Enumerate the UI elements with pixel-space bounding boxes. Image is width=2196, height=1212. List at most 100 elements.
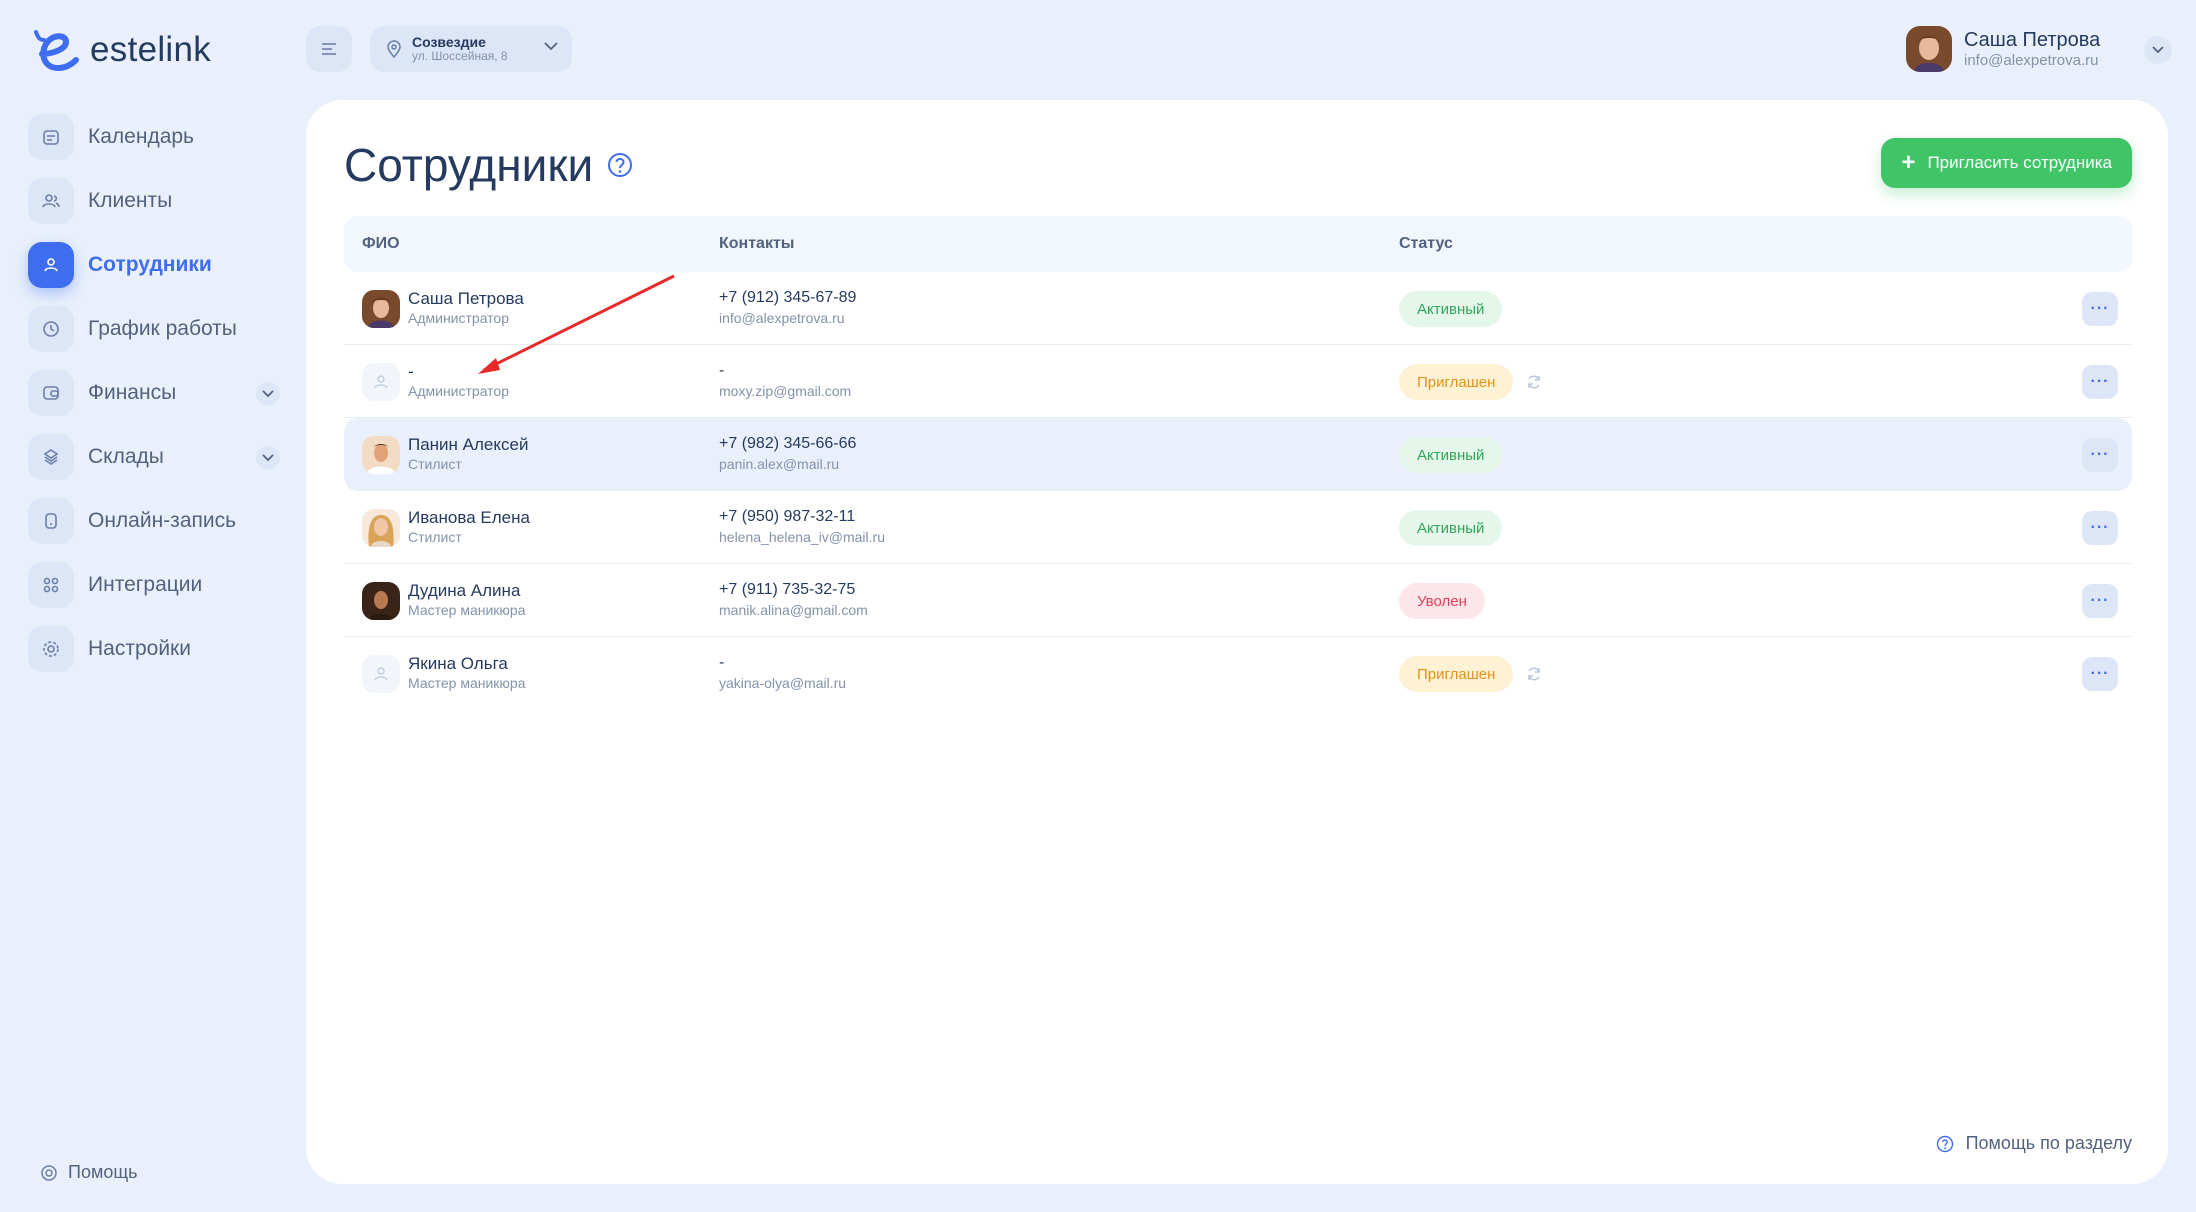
sidebar-item-integrations[interactable]: Интеграции (28, 562, 284, 608)
sidebar-item-employees[interactable]: Сотрудники (28, 242, 284, 288)
sidebar-item-label: Сотрудники (88, 253, 212, 276)
more-actions-button[interactable]: ··· (2082, 438, 2118, 472)
table-row[interactable]: Якина Ольга Мастер маникюра - yakina-oly… (344, 637, 2132, 710)
avatar (362, 509, 400, 547)
chevron-down-icon (544, 42, 558, 51)
employee-role: Мастер маникюра (408, 675, 526, 691)
chevron-down-icon[interactable] (256, 446, 280, 470)
sidebar-item-warehouses[interactable]: Склады (28, 434, 284, 480)
avatar (362, 290, 400, 328)
employee-name: Иванова Елена (408, 508, 530, 527)
logo[interactable]: estelink (28, 24, 211, 76)
sidebar-item-label: Интеграции (88, 573, 203, 596)
employee-email: moxy.zip@gmail.com (719, 383, 852, 399)
calendar-icon (28, 114, 74, 160)
location-address: ул. Шоссейная, 8 (412, 49, 508, 64)
main-content: Сотрудники + Пригласить сотрудника ФИО К… (306, 100, 2168, 1184)
refresh-icon[interactable] (1526, 374, 1542, 390)
refresh-icon[interactable] (1526, 666, 1542, 682)
status-badge: Активный (1399, 291, 1503, 327)
annotation-arrow (478, 274, 675, 374)
avatar (362, 582, 400, 620)
user-text: Саша Петрова info@alexpetrova.ru (1964, 28, 2100, 70)
users-icon (28, 178, 74, 224)
clock-icon (28, 306, 74, 352)
table-row[interactable]: Дудина Алина Мастер маникюра +7 (911) 73… (344, 564, 2132, 637)
status-badge: Активный (1399, 510, 1503, 546)
employee-email: panin.alex@mail.ru (719, 456, 840, 472)
employee-role: Администратор (408, 383, 510, 399)
employee-email: yakina-olya@mail.ru (719, 675, 847, 691)
sidebar-item-calendar[interactable]: Календарь (28, 114, 284, 160)
sidebar-item-label: Склады (88, 445, 164, 468)
status-badge: Уволен (1399, 583, 1485, 619)
employee-name: - (408, 362, 414, 381)
grid-icon (28, 562, 74, 608)
sidebar-item-settings[interactable]: Настройки (28, 626, 284, 672)
sidebar: estelink Календарь Клиенты Сотрудники Гр… (0, 0, 306, 1212)
wallet-icon (28, 370, 74, 416)
employee-email: manik.alina@gmail.com (719, 602, 868, 618)
more-actions-button[interactable]: ··· (2082, 511, 2118, 545)
location-name: Созвездие (412, 34, 486, 51)
gear-icon (28, 626, 74, 672)
invite-employee-button[interactable]: + Пригласить сотрудника (1881, 138, 2132, 188)
more-actions-button[interactable]: ··· (2082, 657, 2118, 691)
sidebar-item-label: Клиенты (88, 189, 173, 212)
sidebar-item-label: График работы (88, 317, 237, 340)
user-name: Саша Петрова (1964, 29, 2101, 51)
status-badge: Приглашен (1399, 364, 1514, 400)
employee-name: Якина Ольга (408, 654, 508, 673)
avatar-placeholder-icon (362, 363, 400, 401)
help-link[interactable]: Помощь (40, 1162, 138, 1183)
table-header: ФИО Контакты Статус (344, 216, 2132, 272)
employee-role: Стилист (408, 529, 462, 545)
employee-phone: +7 (950) 987-32-11 (719, 508, 856, 525)
section-help-link[interactable]: Помощь по разделу (1936, 1133, 2132, 1154)
employee-phone: +7 (912) 345-67-89 (719, 289, 857, 306)
location-text: Созвездие ул. Шоссейная, 8 (412, 34, 508, 64)
page-title: Сотрудники (344, 138, 633, 192)
sidebar-item-finance[interactable]: Финансы (28, 370, 284, 416)
sidebar-item-clients[interactable]: Клиенты (28, 178, 284, 224)
map-pin-icon (387, 40, 401, 58)
chevron-down-icon[interactable] (256, 382, 280, 406)
status-badge: Приглашен (1399, 656, 1514, 692)
more-actions-button[interactable]: ··· (2082, 584, 2118, 618)
avatar (362, 436, 400, 474)
user-profile[interactable]: Саша Петрова info@alexpetrova.ru (1906, 26, 2100, 72)
employee-email: info@alexpetrova.ru (719, 310, 845, 326)
user-menu-chevron[interactable] (2144, 36, 2172, 64)
table-row[interactable]: Панин Алексей Стилист +7 (982) 345-66-66… (344, 418, 2132, 491)
boxes-icon (28, 434, 74, 480)
employee-phone: - (719, 362, 725, 379)
employee-email: helena_helena_iv@mail.ru (719, 529, 885, 545)
invite-label: Пригласить сотрудника (1927, 153, 2112, 172)
avatar (1906, 26, 1952, 72)
page-title-text: Сотрудники (344, 139, 594, 191)
header-fio[interactable]: ФИО (362, 235, 400, 253)
more-actions-button[interactable]: ··· (2082, 365, 2118, 399)
employee-phone: +7 (911) 735-32-75 (719, 581, 856, 598)
header-status[interactable]: Статус (1399, 235, 1453, 253)
sidebar-nav: Календарь Клиенты Сотрудники График рабо… (28, 114, 284, 690)
logo-icon (34, 30, 79, 72)
employee-role: Мастер маникюра (408, 602, 526, 618)
question-icon (1936, 1135, 1953, 1152)
location-selector[interactable]: Созвездие ул. Шоссейная, 8 (370, 26, 572, 72)
section-help-label: Помощь по разделу (1965, 1133, 2132, 1153)
chevron-down-icon (2152, 46, 2164, 54)
table-row[interactable]: Иванова Елена Стилист +7 (950) 987-32-11… (344, 491, 2132, 564)
sidebar-item-schedule[interactable]: График работы (28, 306, 284, 352)
employee-phone: +7 (982) 345-66-66 (719, 435, 857, 452)
question-icon[interactable] (607, 152, 633, 178)
more-actions-button[interactable]: ··· (2082, 292, 2118, 326)
sidebar-item-label: Календарь (88, 125, 194, 148)
help-label: Помощь (68, 1162, 138, 1182)
lifebuoy-icon (41, 1164, 57, 1181)
employee-phone: - (719, 654, 725, 671)
employee-name: Панин Алексей (408, 435, 529, 454)
sidebar-item-online-booking[interactable]: Онлайн-запись (28, 498, 284, 544)
menu-toggle-button[interactable] (306, 26, 352, 72)
header-contacts[interactable]: Контакты (719, 235, 794, 253)
